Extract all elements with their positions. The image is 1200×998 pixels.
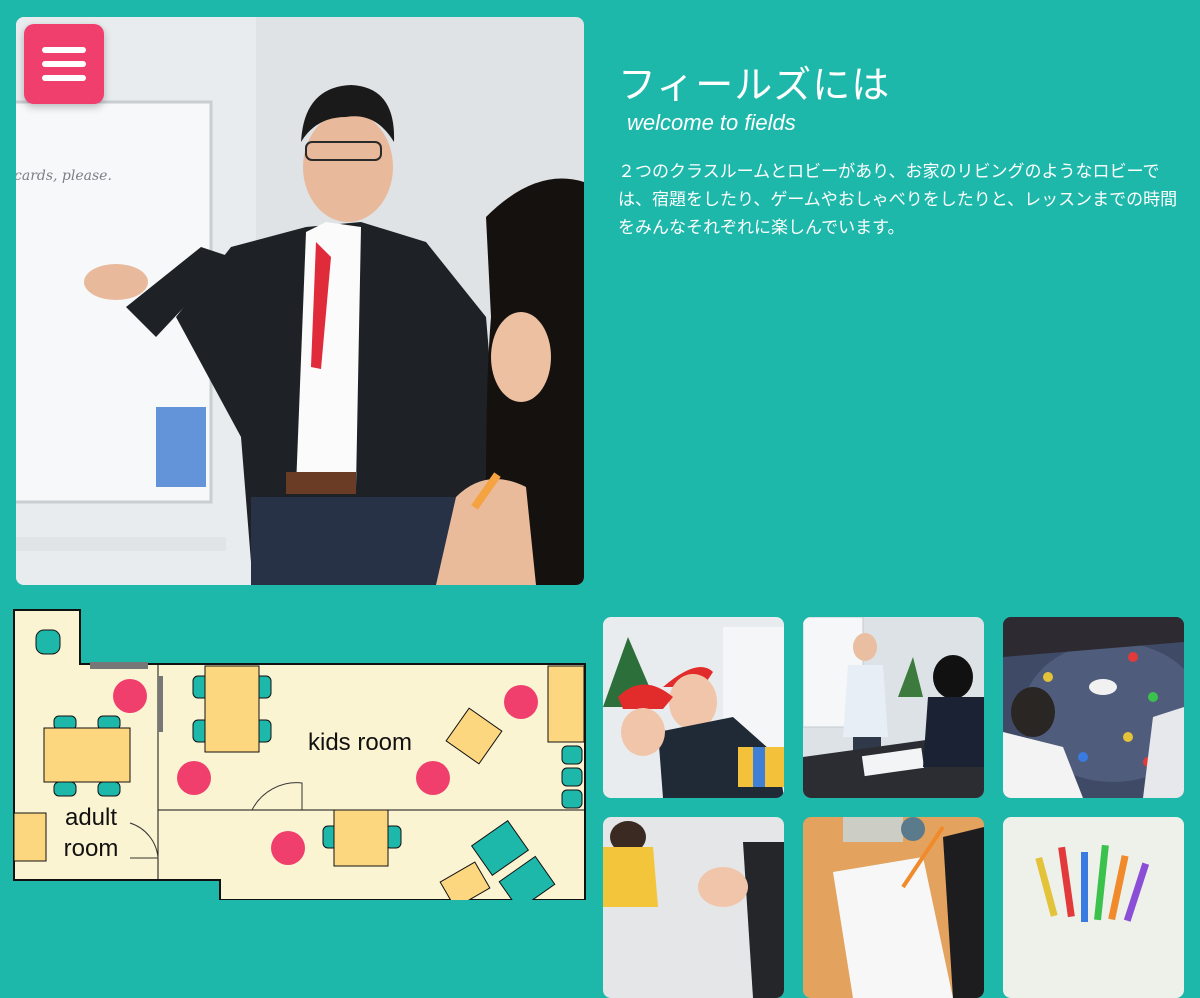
hamburger-menu-icon xyxy=(42,47,86,53)
gallery-photo-study[interactable] xyxy=(803,817,984,998)
adult-room-label: adult xyxy=(65,804,117,831)
gallery-photo-christmas[interactable] xyxy=(603,617,784,798)
page-title: フィールズには xyxy=(618,63,891,107)
gallery-photo-classroom[interactable] xyxy=(803,617,984,798)
page-subtitle: welcome to fields xyxy=(627,110,796,135)
adult-room-label-line2: room xyxy=(64,835,119,862)
gallery-photo-kids[interactable] xyxy=(603,817,784,998)
gallery-photo-game[interactable] xyxy=(1003,617,1184,798)
whiteboard-text: cards, please. xyxy=(16,168,112,184)
intro-description: ２つのクラスルームとロビーがあり、お家のリビングのようなロビーでは、宿題をしたり… xyxy=(618,162,1178,238)
kids-room-label: kids room xyxy=(308,729,412,756)
menu-button[interactable] xyxy=(24,24,104,104)
floor-plan: kids room adult room xyxy=(0,608,590,900)
gallery-photo-pencils[interactable] xyxy=(1003,817,1184,998)
hero-photo: cards, please. xyxy=(16,17,584,585)
